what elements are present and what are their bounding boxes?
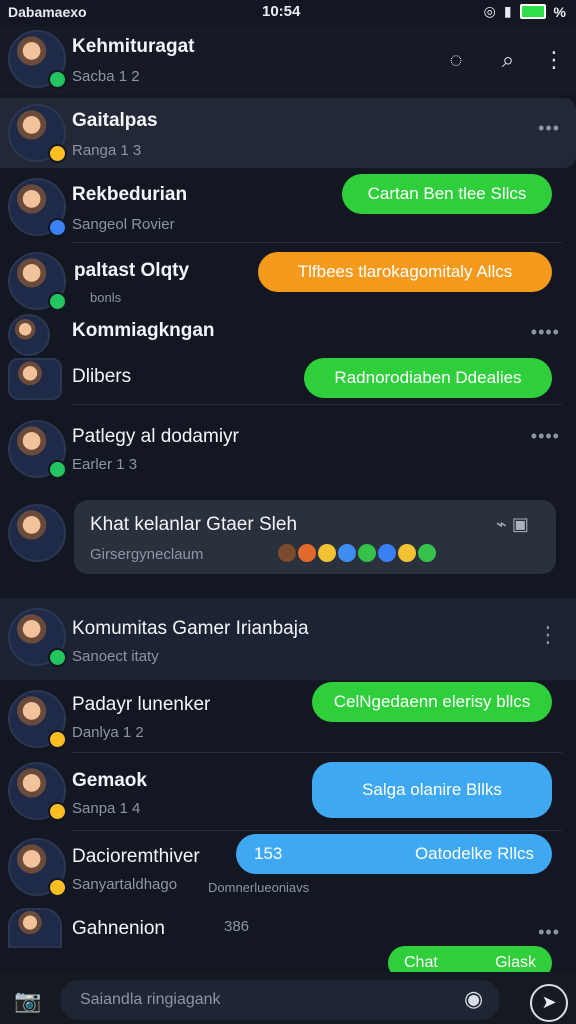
photo-icon[interactable]: ◉ [464, 986, 483, 1012]
bubble-text: Oatodelke Rllcs [414, 844, 534, 863]
message-input-placeholder: Saiandla ringiagank [80, 991, 221, 1008]
chat-subtitle: Ranga 1 3 [72, 142, 142, 159]
chat-name: Gahnenion [72, 918, 165, 939]
message-bubble[interactable]: Salga olanire Bllks [312, 762, 552, 818]
avatar[interactable] [8, 314, 50, 356]
chat-name: Dlibers [72, 366, 132, 387]
more-dots-icon[interactable]: •••• [531, 426, 560, 447]
message-bubble[interactable]: Tlfbees tlarokagomitaly Allcs [258, 252, 552, 292]
message-bubble[interactable]: CelNgedaenn elerisy bllcs [312, 682, 552, 722]
chat-subtitle: Sanpa 1 4 [72, 800, 141, 817]
more-dots-icon[interactable]: •••• [531, 322, 560, 343]
camera-icon[interactable]: 📷 [14, 988, 41, 1014]
chat-subtitle: bonls [90, 290, 122, 305]
more-icon[interactable]: ⋮ [542, 48, 566, 72]
search-icon[interactable]: ⌕ [496, 48, 520, 72]
avatar[interactable] [8, 908, 62, 948]
header-name: Kehmituragat [72, 36, 195, 57]
avatar[interactable] [8, 420, 67, 479]
chat-name: Gaitalpas [72, 110, 158, 131]
signal-icon: ◎ [483, 3, 496, 19]
message-bubble[interactable]: 153 Oatodelke Rllcs [236, 834, 552, 874]
status-left-text: Dabamaexo [8, 4, 87, 20]
avatar[interactable] [8, 690, 67, 749]
wifi-icon: ▮ [503, 3, 512, 19]
card-title: Khat kelanlar Gtaer Sleh [90, 514, 298, 535]
compass-icon[interactable]: ◌ [444, 48, 468, 72]
chat-subtitle: Danlya 1 2 [72, 724, 144, 741]
chat-name: Patlegy al dodamiyr [72, 426, 239, 447]
more-dots-icon[interactable]: ••• [538, 118, 560, 139]
more-dots-icon[interactable]: ••• [538, 922, 560, 943]
divider [72, 752, 562, 753]
chat-name: Dacioremthiver [72, 846, 200, 867]
status-time: 10:54 [262, 3, 301, 20]
message-bubble[interactable]: Cartan Ben tlee Sllcs [342, 174, 552, 214]
avatar[interactable] [8, 252, 67, 311]
chat-subtitle: Sangeol Rovier [72, 216, 175, 233]
divider [72, 242, 562, 243]
composer-text: Chat [404, 954, 438, 971]
status-bar: Dabamaexo 10:54 ◎ ▮ % [0, 0, 576, 24]
header-subtitle: Sacba 1 2 [72, 68, 140, 85]
avatar[interactable] [8, 838, 67, 897]
card-icons[interactable]: ⌁ ▣ [496, 514, 529, 535]
avatar[interactable] [8, 104, 67, 163]
chat-subtitle: Sanoect itaty [72, 648, 159, 665]
more-icon[interactable]: ⋮ [537, 622, 560, 648]
divider [72, 830, 562, 831]
avatar[interactable] [8, 504, 66, 562]
chat-name: Gemaok [72, 770, 147, 791]
status-icons: ◎ ▮ % [484, 3, 566, 20]
chat-count: 386 [224, 918, 250, 935]
battery-icon [519, 4, 546, 19]
composer-text-2: Glask [495, 954, 536, 971]
message-bubble[interactable]: Radnorodiaben Ddealies [304, 358, 552, 398]
avatar[interactable] [8, 178, 67, 237]
chat-name: paltast Olqty [74, 260, 190, 281]
battery-percent: % [553, 3, 566, 20]
chat-subtitle: Sanyartaldhago [72, 876, 178, 893]
chat-name: Komumitas Gamer Irianbaja [72, 618, 309, 639]
emoji-strip [276, 544, 436, 562]
divider [72, 404, 562, 405]
send-icon[interactable]: ➤ [530, 984, 568, 1022]
avatar[interactable] [8, 608, 67, 667]
chat-name: Padayr lunenker [72, 694, 211, 715]
chat-name: Rekbedurian [72, 184, 188, 205]
avatar[interactable] [8, 358, 62, 400]
card-subtitle: Girsergyneclaum [90, 546, 204, 563]
avatar[interactable] [8, 762, 67, 821]
chat-extra: Domnerlueoniavs [208, 880, 310, 895]
count-badge: 153 [254, 844, 283, 863]
chat-subtitle: Earler 1 3 [72, 456, 138, 473]
header-avatar[interactable] [8, 30, 67, 89]
chat-name: Kommiagkngan [72, 320, 215, 341]
